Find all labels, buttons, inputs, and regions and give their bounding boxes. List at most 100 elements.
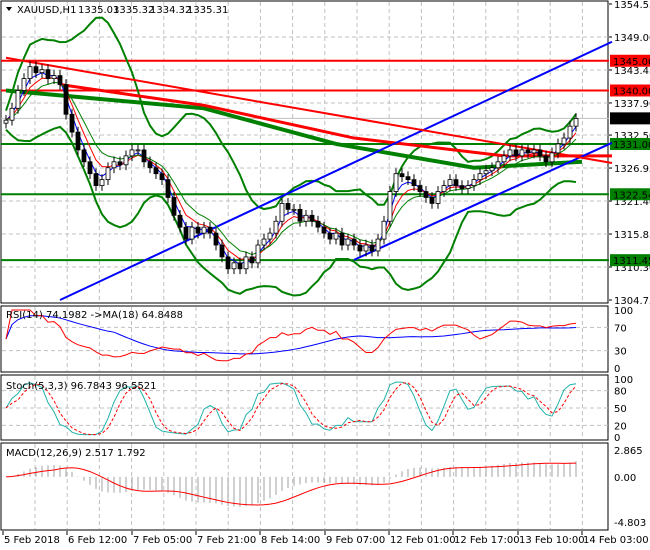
candle (237, 262, 243, 270)
candle (357, 244, 363, 252)
candle (327, 232, 333, 240)
candle (39, 69, 45, 74)
candle (93, 173, 99, 186)
candle (339, 232, 345, 246)
candle (387, 191, 393, 222)
level-label: 1311.45 (613, 256, 650, 267)
candle (501, 155, 507, 163)
candle (33, 66, 39, 74)
candle (315, 220, 321, 228)
candle (399, 173, 405, 178)
candle (189, 226, 195, 240)
close-value: 1335.31 (187, 5, 228, 16)
price-tick-label: 1354.55 (614, 0, 650, 11)
time-axis-label: 7 Feb 21:00 (197, 535, 256, 546)
candle (525, 149, 531, 154)
candle (477, 173, 483, 181)
candle (183, 226, 189, 240)
rsi-tick-label: 30 (614, 347, 627, 358)
candle (117, 161, 123, 166)
time-axis-label: 7 Feb 05:00 (133, 535, 192, 546)
rsi-tick-label: 0 (614, 364, 620, 375)
stoch-tick-label: 80 (614, 387, 627, 398)
candle (519, 149, 525, 157)
time-axis-label: 9 Feb 07:00 (326, 535, 385, 546)
candle (21, 78, 27, 91)
candle (495, 161, 501, 169)
level-label: 1340.00 (613, 86, 650, 97)
candle (177, 214, 183, 228)
candle (405, 176, 411, 181)
candle (333, 232, 339, 240)
candle (243, 256, 249, 270)
stoch-tick-label: 50 (614, 404, 627, 415)
candle (513, 149, 519, 157)
candle (165, 179, 171, 198)
time-axis-label: 12 Feb 01:00 (390, 535, 456, 546)
candle (471, 179, 477, 186)
candle (213, 232, 219, 246)
stoch-tick-label: 20 (614, 421, 627, 432)
candle (423, 191, 429, 198)
candle (105, 167, 111, 181)
candle (291, 208, 297, 211)
candle (441, 185, 447, 192)
candle (81, 149, 87, 163)
level-label: 1331.00 (613, 140, 650, 151)
time-axis-label: 14 Feb 03:00 (583, 535, 649, 546)
candle (273, 220, 279, 234)
candle (45, 69, 51, 79)
candle (447, 179, 453, 186)
candle (489, 167, 495, 172)
candle (231, 262, 237, 270)
price-tick-label: 1326.95 (614, 164, 650, 175)
candle (99, 179, 105, 186)
candle (459, 185, 465, 189)
candle (147, 161, 153, 169)
candle (429, 197, 435, 204)
candle (531, 149, 537, 154)
candle (225, 256, 231, 270)
trading-chart[interactable]: 1354.551349.001343.451337.901332.501326.… (0, 0, 650, 550)
candle (87, 161, 93, 175)
candle (57, 75, 63, 85)
candle (567, 125, 573, 139)
candle (75, 131, 81, 151)
macd-tick-label: 2.865 (614, 446, 643, 457)
macd-tick-label: 0.00 (614, 473, 636, 484)
candle (537, 149, 543, 157)
candle (195, 226, 201, 234)
candle (435, 191, 441, 204)
candle (15, 90, 21, 109)
stoch-tick-label: 0 (614, 433, 620, 444)
candle (507, 149, 513, 157)
candle (129, 149, 135, 157)
candle (3, 119, 9, 124)
candle (363, 244, 369, 252)
candle (135, 149, 141, 152)
candle (285, 203, 291, 210)
candle (153, 167, 159, 175)
candle (63, 84, 69, 115)
current-price-label: 1335.31 (613, 114, 650, 125)
candle (483, 170, 489, 175)
candle (393, 173, 399, 192)
candle (123, 155, 129, 166)
candle (27, 66, 33, 79)
time-axis-label: 5 Feb 2018 (4, 535, 60, 546)
candle (9, 107, 15, 121)
high-value: 1335.32 (113, 5, 154, 16)
time-axis-label: 13 Feb 10:00 (519, 535, 585, 546)
macd-tick-label: -4.803 (614, 518, 646, 529)
candle (351, 238, 357, 246)
rsi-label: RSI(14) 74.1982 ->MA(18) 64.8488 (6, 310, 183, 321)
time-axis-label: 8 Feb 14:00 (261, 535, 320, 546)
level-label: 1322.54 (613, 190, 650, 201)
candle (279, 203, 285, 222)
stoch-tick-label: 100 (614, 375, 633, 386)
candle (261, 238, 267, 246)
stoch-label: Stoch(5,3,3) 96.7843 96.5521 (6, 381, 157, 392)
candle (297, 208, 303, 222)
candle (207, 226, 213, 234)
chart-canvas[interactable]: 1354.551349.001343.451337.901332.501326.… (0, 0, 650, 550)
